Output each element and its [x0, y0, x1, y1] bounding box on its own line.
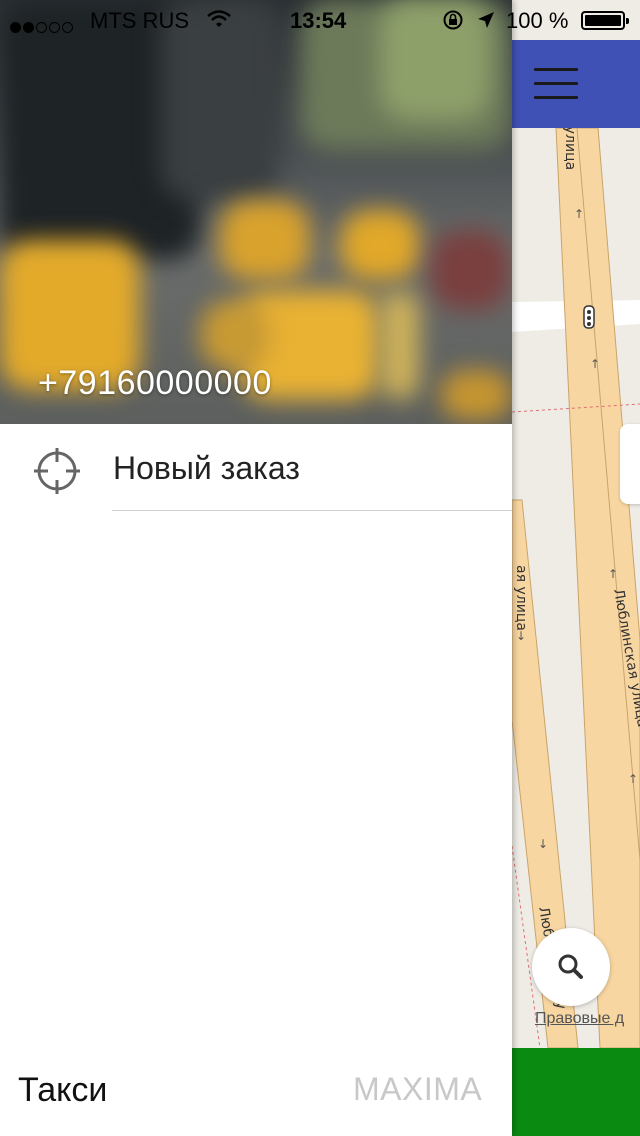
- menu-divider: [112, 510, 512, 511]
- signal-dot: [23, 22, 34, 33]
- status-time: 13:54: [290, 8, 347, 33]
- map-search-button[interactable]: [532, 928, 610, 1006]
- map-info-card[interactable]: [620, 424, 640, 504]
- legal-link[interactable]: Правовые д: [535, 1010, 624, 1028]
- wifi-icon: [207, 10, 231, 27]
- battery-percentage: 100 %: [506, 8, 569, 33]
- crosshair-icon: [34, 448, 80, 494]
- user-phone-number: +79160000000: [38, 364, 272, 402]
- menu-item-new-order[interactable]: Новый заказ: [0, 424, 512, 512]
- map-bottom-bar[interactable]: [512, 1048, 640, 1136]
- location-arrow-icon: [478, 12, 494, 28]
- svg-text:↑: ↑: [574, 207, 584, 221]
- svg-text:↓: ↓: [538, 837, 548, 851]
- navigation-drawer: +79160000000 Новый заказ Такси MAXIMA: [0, 0, 512, 1136]
- drawer-header-image: +79160000000: [0, 0, 512, 424]
- signal-dot: [49, 22, 60, 33]
- footer-app-name: Такси: [18, 1071, 108, 1109]
- map-top-bar: [512, 40, 640, 128]
- map-street-label-4: ая улица: [512, 565, 529, 631]
- battery-icon: [581, 11, 629, 30]
- rotation-lock-icon: [443, 10, 463, 30]
- signal-strength-icon: [10, 13, 75, 39]
- menu-item-label: Новый заказ: [113, 450, 300, 486]
- status-bar: MTS RUS 13:54 100 %: [0, 0, 640, 40]
- signal-dot: [36, 22, 47, 33]
- magnifier-icon: [558, 954, 583, 979]
- footer-brand: MAXIMA: [353, 1071, 483, 1107]
- svg-text:↑: ↑: [590, 357, 600, 371]
- signal-dot: [10, 22, 21, 33]
- map-road-right-2: [555, 127, 640, 1049]
- svg-text:↑: ↑: [608, 567, 618, 581]
- hamburger-menu-icon[interactable]: [534, 68, 578, 100]
- svg-text:↑: ↑: [628, 772, 638, 786]
- carrier-name: MTS RUS: [90, 8, 189, 33]
- svg-text:↓: ↓: [516, 629, 526, 643]
- map-street-label-3: улица: [562, 125, 579, 171]
- signal-dot: [62, 22, 73, 33]
